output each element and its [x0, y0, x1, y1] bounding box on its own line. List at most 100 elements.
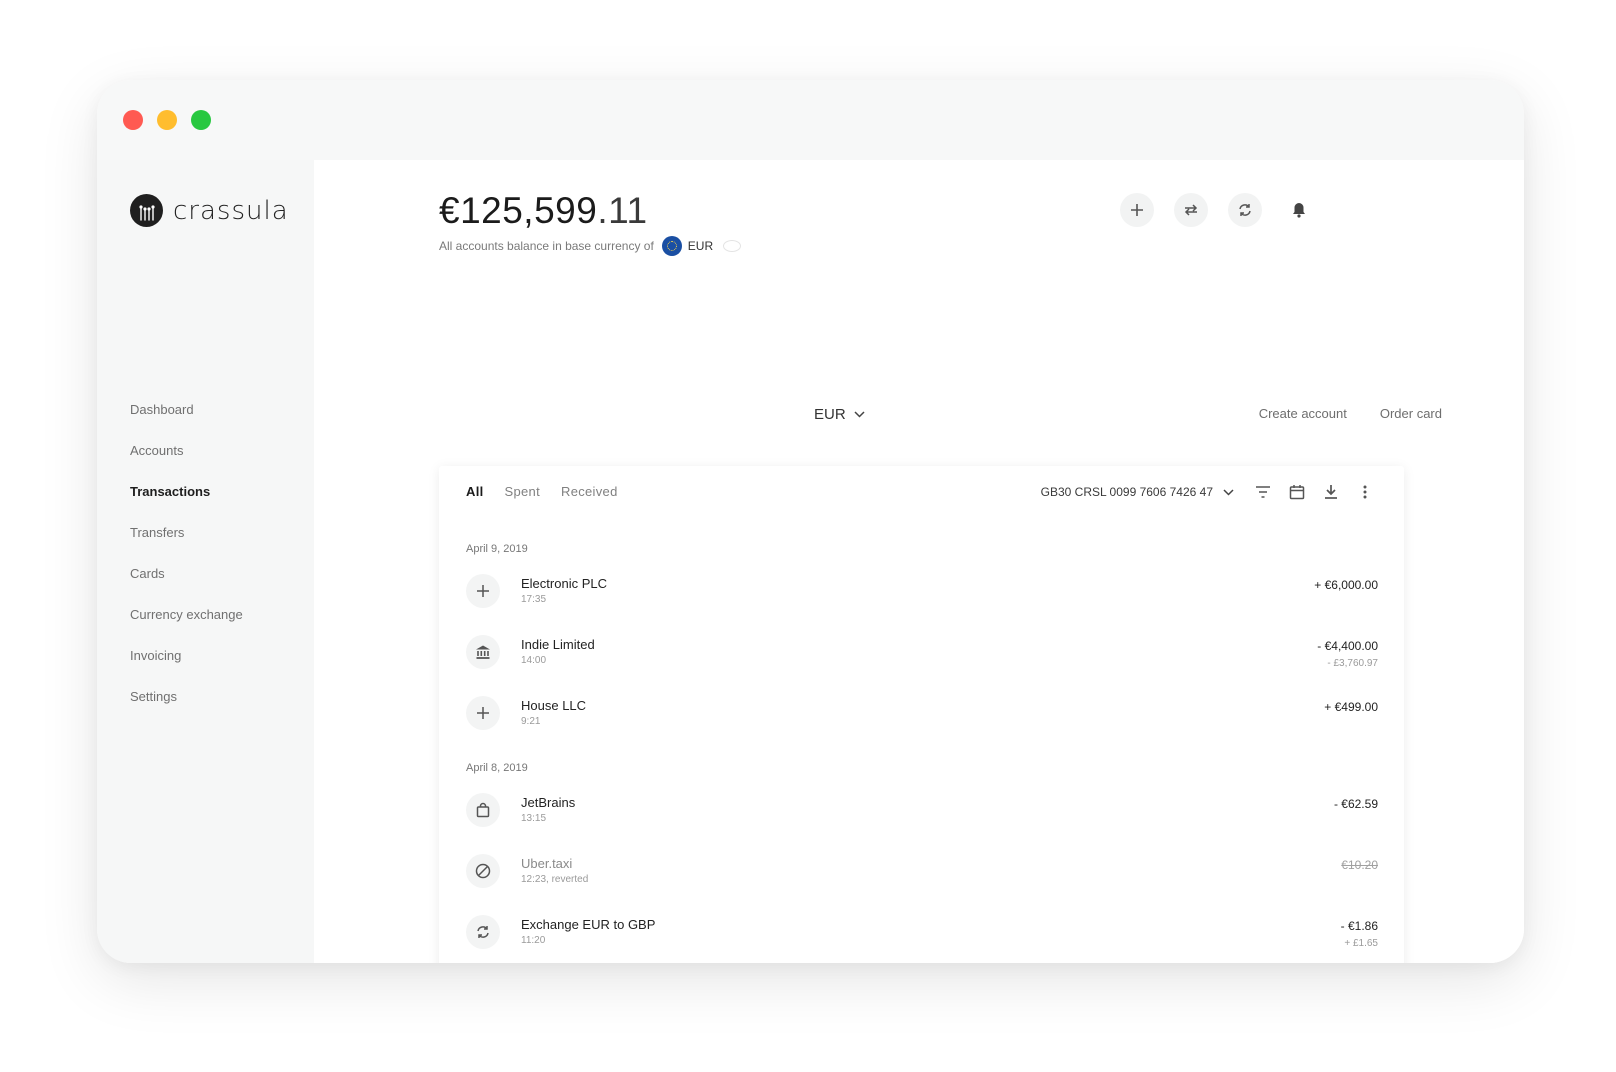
- converted-amount: - £3,760.97: [1327, 658, 1378, 669]
- sidebar: crassula Dashboard Accounts Transactions…: [97, 160, 314, 963]
- shopping-bag-icon: [466, 792, 500, 827]
- transaction-info: Electronic PLC 17:35: [521, 576, 607, 605]
- eye-icon[interactable]: [723, 240, 742, 252]
- tab-spent[interactable]: Spent: [505, 484, 540, 499]
- title-bar: [97, 80, 1524, 160]
- logo-mark-icon: [130, 194, 163, 227]
- amount-value: - €4,400.00: [1317, 639, 1378, 653]
- account-iban-select[interactable]: GB30 CRSL 0099 7606 7426 47: [1041, 485, 1234, 499]
- transfer-arrows-icon: [1184, 204, 1198, 216]
- order-card-link[interactable]: Order card: [1380, 406, 1442, 421]
- amount-value: - €62.59: [1333, 797, 1378, 811]
- transaction-info: Indie Limited 14:00: [521, 637, 595, 666]
- sidebar-item-transactions[interactable]: Transactions: [130, 482, 243, 523]
- plus-icon: [1131, 204, 1143, 216]
- transaction-time: 13:15: [521, 813, 547, 824]
- transaction-name: Electronic PLC: [521, 576, 607, 591]
- transaction-amount: €10.20: [1341, 858, 1378, 872]
- tab-received[interactable]: Received: [561, 484, 618, 499]
- create-account-link[interactable]: Create account: [1259, 406, 1347, 421]
- transaction-row[interactable]: House LLC 9:21 + €499.00: [466, 682, 1378, 743]
- base-currency: EUR: [687, 239, 714, 253]
- transaction-amount: - €4,400.00 - £3,760.97: [1317, 639, 1378, 669]
- transaction-time: 11:20: [521, 935, 546, 946]
- amount-value: €10.20: [1341, 858, 1378, 872]
- transfer-button[interactable]: [1174, 193, 1208, 227]
- transaction-amount: + €6,000.00: [1314, 578, 1378, 592]
- transaction-name: Uber.taxi: [521, 856, 573, 871]
- amount-value: - €1.86: [1340, 919, 1378, 933]
- download-button[interactable]: [1314, 480, 1348, 504]
- exchange-button[interactable]: [1228, 193, 1262, 227]
- transaction-row[interactable]: Electronic PLC 17:35 + €6,000.00: [466, 560, 1378, 621]
- app-window: crassula Dashboard Accounts Transactions…: [97, 80, 1524, 963]
- sidebar-item-cards[interactable]: Cards: [130, 564, 243, 605]
- download-icon: [1325, 485, 1337, 499]
- transaction-row[interactable]: JetBrains 13:15 - €62.59: [466, 779, 1378, 840]
- plus-icon: [466, 695, 500, 730]
- amount-value: + €6,000.00: [1314, 578, 1378, 592]
- transaction-time: 12:23, reverted: [521, 874, 589, 885]
- transaction-row[interactable]: Exchange EUR to GBP 11:20 - €1.86 + £1.6…: [466, 901, 1378, 962]
- main-content: €125,599.11 All accounts balance in base…: [314, 160, 1524, 963]
- sidebar-item-settings[interactable]: Settings: [130, 687, 243, 728]
- transaction-info: Exchange EUR to GBP 11:20: [521, 917, 655, 946]
- transaction-time: 9:21: [521, 716, 541, 727]
- maximize-window-button[interactable]: [191, 110, 211, 130]
- transaction-name: Indie Limited: [521, 637, 595, 652]
- sidebar-item-dashboard[interactable]: Dashboard: [130, 400, 243, 441]
- transaction-info: JetBrains 13:15: [521, 795, 575, 824]
- exchange-icon: [466, 914, 500, 949]
- transaction-list: April 9, 2019 Electronic PLC 17:35 + €6,…: [466, 538, 1378, 962]
- sidebar-item-currency-exchange[interactable]: Currency exchange: [130, 605, 243, 646]
- eu-flag-icon: [661, 236, 682, 256]
- transactions-panel: All Spent Received GB30 CRSL 0099 7606 7…: [439, 466, 1404, 963]
- filter-button[interactable]: [1246, 480, 1280, 504]
- chevron-down-icon: [1223, 488, 1234, 496]
- transaction-amount: + €499.00: [1324, 700, 1378, 714]
- sidebar-nav: Dashboard Accounts Transactions Transfer…: [130, 400, 243, 728]
- transaction-time: 14:00: [521, 655, 547, 666]
- amount-value: + €499.00: [1324, 700, 1378, 714]
- sidebar-item-invoicing[interactable]: Invoicing: [130, 646, 243, 687]
- converted-amount: + £1.65: [1344, 938, 1378, 949]
- balance-caption: All accounts balance in base currency of: [439, 239, 654, 253]
- minimize-window-button[interactable]: [157, 110, 177, 130]
- currency-select[interactable]: EUR: [814, 406, 865, 423]
- sidebar-item-transfers[interactable]: Transfers: [130, 523, 243, 564]
- filter-icon: [1256, 486, 1270, 498]
- transaction-amount: - €1.86 + £1.65: [1341, 919, 1378, 949]
- transaction-info: House LLC 9:21: [521, 698, 586, 727]
- balance-cents: .11: [597, 190, 648, 231]
- account-links: Create account Order card: [1226, 406, 1442, 421]
- transaction-amount: - €62.59: [1334, 797, 1378, 811]
- transaction-tools: GB30 CRSL 0099 7606 7426 47: [1041, 480, 1382, 504]
- plus-icon: [466, 573, 500, 608]
- notifications-button[interactable]: [1282, 193, 1316, 227]
- logo[interactable]: crassula: [130, 194, 289, 227]
- transaction-filter-tabs: All Spent Received: [466, 484, 639, 499]
- header-actions: [1120, 193, 1336, 227]
- more-options-button[interactable]: [1348, 480, 1382, 504]
- balance-whole: €125,599: [439, 190, 598, 231]
- sidebar-item-accounts[interactable]: Accounts: [130, 441, 243, 482]
- exchange-icon: [1239, 204, 1251, 216]
- date-range-button[interactable]: [1280, 480, 1314, 504]
- transaction-info: Uber.taxi 12:23, reverted: [521, 856, 588, 885]
- transaction-row[interactable]: Uber.taxi 12:23, reverted €10.20: [466, 840, 1378, 901]
- total-balance: €125,599.11: [439, 190, 741, 232]
- close-window-button[interactable]: [123, 110, 143, 130]
- date-group-header: April 8, 2019: [466, 762, 528, 774]
- add-button[interactable]: [1120, 193, 1154, 227]
- bell-icon: [1293, 203, 1305, 218]
- bank-icon: [466, 634, 500, 669]
- more-vertical-icon: [1363, 485, 1367, 499]
- tab-all[interactable]: All: [466, 484, 484, 499]
- transaction-name: JetBrains: [521, 795, 576, 810]
- date-group-header: April 9, 2019: [466, 543, 528, 555]
- transaction-row[interactable]: Indie Limited 14:00 - €4,400.00 - £3,760…: [466, 621, 1378, 682]
- account-iban: GB30 CRSL 0099 7606 7426 47: [1040, 485, 1213, 499]
- transaction-name: House LLC: [521, 698, 587, 713]
- balance-caption-row: All accounts balance in base currency of…: [439, 236, 742, 256]
- chevron-down-icon: [854, 411, 865, 418]
